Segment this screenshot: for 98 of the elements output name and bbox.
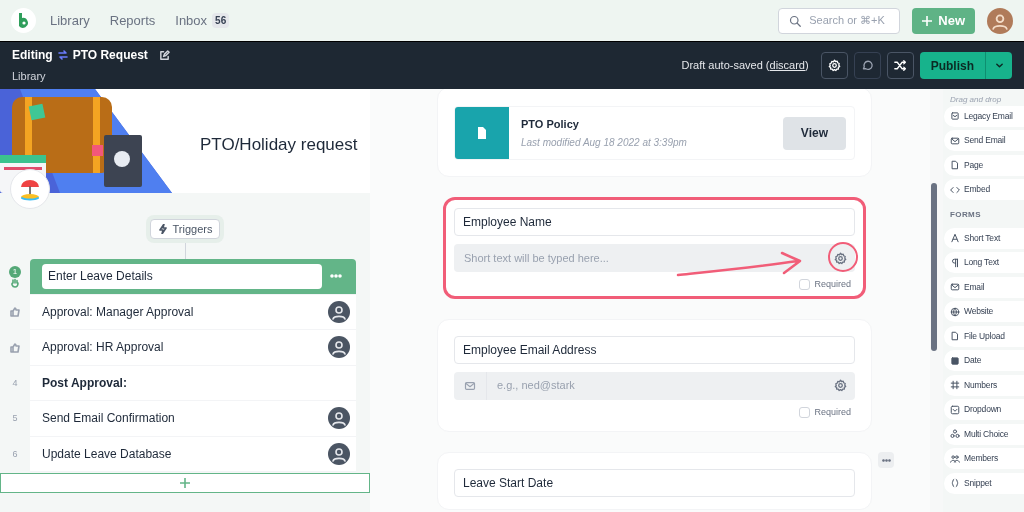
step-number: 6: [12, 447, 18, 461]
component-item[interactable]: Website: [944, 301, 1024, 322]
embed-icon: [950, 184, 960, 195]
step-title: Send Email Confirmation: [42, 410, 176, 428]
triggers-button[interactable]: Triggers: [149, 219, 221, 239]
members-icon: [950, 453, 960, 464]
component-item[interactable]: Multi Choice: [944, 423, 1024, 445]
dropdown-icon: [950, 404, 960, 415]
editing-label: Editing: [12, 47, 53, 65]
plus-icon: [922, 15, 933, 26]
file-name: PTO Policy: [521, 117, 580, 133]
snippet-icon: [950, 478, 960, 488]
thumbs-up-icon: [10, 342, 20, 353]
required-checkbox[interactable]: [799, 406, 811, 418]
component-item[interactable]: Snippet: [944, 472, 1024, 494]
legacy-email-icon: [950, 111, 960, 121]
speech-bubble-icon: [860, 59, 874, 72]
step-title: Approval: Manager Approval: [42, 303, 195, 321]
step-row[interactable]: Approval: HR Approval: [30, 330, 356, 366]
step-title: Post Approval:: [42, 374, 128, 392]
mail-icon: [464, 379, 476, 392]
field-label-input[interactable]: Employee Name: [454, 208, 855, 236]
required-checkbox[interactable]: [799, 279, 811, 291]
component-item[interactable]: Page: [944, 154, 1024, 176]
count-badge: 56: [212, 13, 230, 28]
step-row[interactable]: Send Email Confirmation: [30, 401, 356, 437]
comment-button[interactable]: [853, 52, 881, 79]
step-row[interactable]: Enter Leave Details: [30, 259, 356, 295]
edit-icon[interactable]: [158, 49, 170, 61]
settings-icon[interactable]: [834, 251, 847, 265]
template-title: PTO/Holiday request: [200, 134, 358, 156]
nav-link[interactable]: Library: [50, 10, 90, 31]
step-number: 4: [12, 376, 18, 390]
nav-link[interactable]: Inbox 56: [175, 10, 230, 31]
required-label: Required: [814, 278, 851, 291]
website-icon: [950, 306, 960, 317]
step-row[interactable]: Update Leave Database: [30, 436, 356, 472]
short-text-icon: [950, 233, 960, 243]
plus-icon: [180, 478, 190, 488]
file-icon: [950, 331, 960, 341]
component-item[interactable]: Email: [944, 276, 1024, 298]
more-icon: [330, 274, 342, 279]
search-icon: [789, 14, 802, 27]
component-item[interactable]: Short Text: [944, 227, 1024, 249]
lightning-icon: [157, 224, 168, 234]
logo[interactable]: [11, 8, 36, 33]
annotation-circle: [827, 241, 859, 273]
component-item[interactable]: Embed: [944, 179, 1024, 200]
document-icon: [477, 127, 487, 139]
component-item[interactable]: File Upload: [944, 325, 1024, 347]
required-label: Required: [814, 405, 851, 419]
email-icon: [950, 282, 960, 292]
section-heading: FORMS: [949, 209, 982, 221]
workflow-icon: [57, 50, 68, 61]
step-row[interactable]: Approval: Manager Approval: [30, 294, 356, 330]
template-title: PTO Request: [72, 47, 148, 65]
hand-icon: [10, 277, 20, 288]
thumbs-up-icon: [10, 307, 20, 318]
drag-hint: Drag and drop: [949, 94, 1003, 102]
modified-date: Last modified Aug 18 2022 at 3:39pm: [521, 135, 688, 150]
step-title-field[interactable]: Enter Leave Details: [42, 263, 322, 289]
multi-choice-icon: [950, 429, 960, 439]
user-avatar[interactable]: [987, 7, 1013, 34]
logo-icon: [16, 12, 31, 29]
component-item[interactable]: Members: [944, 448, 1024, 469]
step-number: 1: [9, 265, 21, 278]
add-step-button[interactable]: [0, 473, 370, 493]
date-icon: [950, 355, 960, 366]
field-label-input[interactable]: Employee Email Address: [454, 335, 855, 364]
settings-icon[interactable]: [834, 379, 847, 392]
settings-button[interactable]: [820, 52, 848, 79]
view-button[interactable]: View: [782, 116, 846, 150]
step-title: Update Leave Database: [42, 445, 173, 463]
breadcrumb-link[interactable]: Library: [12, 68, 170, 85]
more-icon: [881, 458, 891, 462]
component-item[interactable]: Send Email: [944, 130, 1024, 151]
step-number: 5: [12, 412, 18, 425]
component-item[interactable]: Legacy Email: [944, 105, 1024, 127]
long-text-icon: [950, 257, 960, 268]
chevron-down-icon: [994, 61, 1004, 70]
component-item[interactable]: Dropdown: [944, 399, 1024, 420]
step-title: Approval: HR Approval: [42, 339, 165, 357]
step-row[interactable]: Post Approval:: [30, 365, 356, 401]
discard-link[interactable]: discard: [769, 59, 805, 72]
component-item[interactable]: Date: [944, 350, 1024, 371]
component-item[interactable]: Long Text: [944, 252, 1024, 273]
draft-status: Draft auto-saved (discard): [681, 58, 809, 74]
component-item[interactable]: Numbers: [944, 374, 1024, 396]
nav-link[interactable]: Reports: [109, 10, 156, 31]
beach-umbrella-icon: [18, 177, 42, 201]
shuffle-icon: [893, 59, 907, 72]
email-icon: [950, 135, 960, 146]
field-label-input[interactable]: Leave Start Date: [454, 469, 855, 497]
shuffle-button[interactable]: [886, 52, 914, 79]
numbers-icon: [950, 380, 960, 390]
page-icon: [950, 160, 960, 170]
settings-icon: [827, 59, 841, 72]
field-menu-button[interactable]: [878, 452, 894, 468]
